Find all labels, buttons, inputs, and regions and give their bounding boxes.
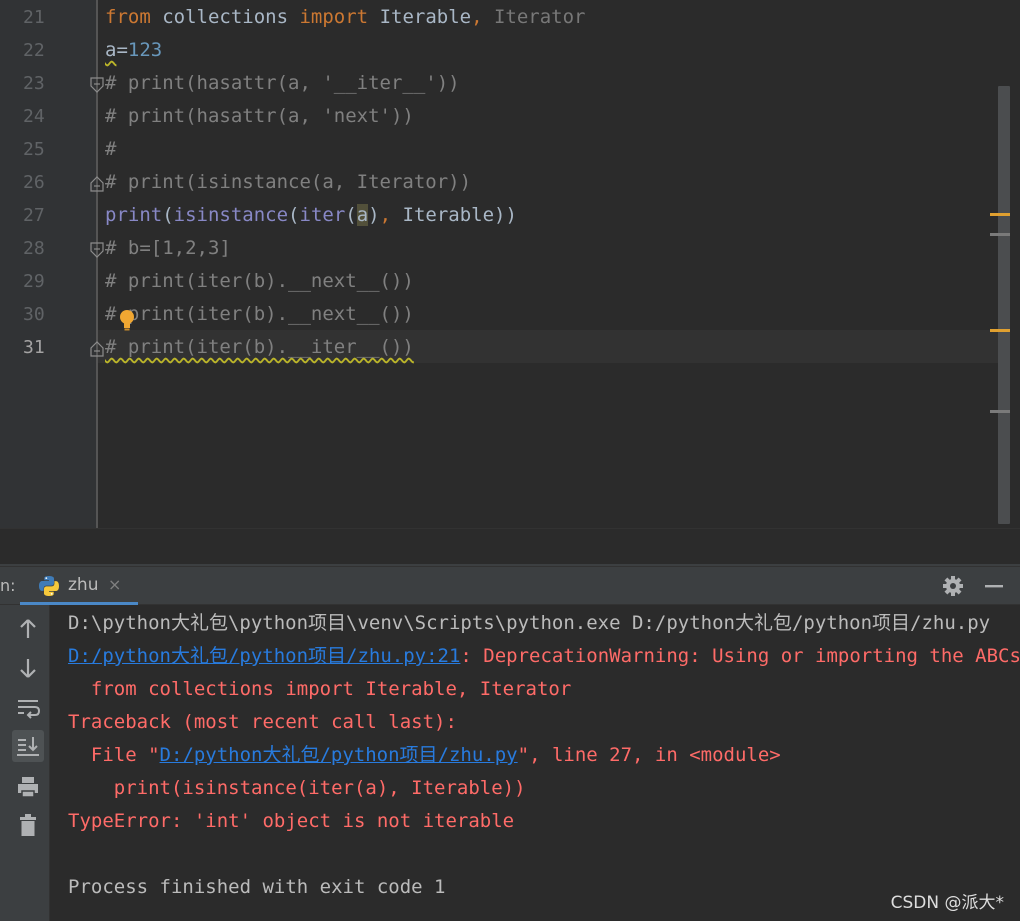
- info-marker[interactable]: [990, 233, 1010, 236]
- fold-end-icon[interactable]: [90, 341, 104, 357]
- console-text: : DeprecationWarning: Using or importing…: [460, 645, 1020, 667]
- code-line[interactable]: #: [105, 133, 116, 166]
- warning-marker[interactable]: [990, 213, 1010, 216]
- print-icon[interactable]: [12, 771, 44, 803]
- code-line[interactable]: a=123: [105, 34, 162, 67]
- console-line: Traceback (most recent call last):: [68, 706, 457, 739]
- code-token: ,: [471, 6, 483, 28]
- soft-wrap-icon[interactable]: [12, 692, 44, 724]
- line-number[interactable]: 28: [23, 232, 53, 265]
- minimize-icon[interactable]: [982, 574, 1006, 598]
- warning-marker[interactable]: [990, 329, 1010, 332]
- line-number[interactable]: 26: [23, 166, 53, 199]
- code-token: # print(isinstance(a, Iterator)): [105, 171, 472, 193]
- file-link[interactable]: D:/python大礼包/python项目/zhu.py:21: [68, 645, 460, 667]
- gear-icon[interactable]: [941, 574, 965, 598]
- code-token: # print(iter(b).__next__()): [105, 270, 414, 292]
- editor-left-strip: [0, 0, 7, 528]
- code-token: collections: [150, 6, 300, 28]
- code-token: iter: [299, 204, 346, 226]
- code-token: # print(hasattr(a, '__iter__')): [105, 72, 460, 94]
- code-token: (: [288, 204, 300, 226]
- line-number[interactable]: 30: [23, 298, 53, 331]
- console-text: ", line 27, in <module>: [517, 744, 781, 766]
- line-number[interactable]: 29: [23, 265, 53, 298]
- code-token: from: [105, 6, 151, 28]
- console-line: from collections import Iterable, Iterat…: [68, 673, 571, 706]
- code-line[interactable]: # print(hasattr(a, '__iter__')): [105, 67, 460, 100]
- code-token: # print(hasattr(a, 'next')): [105, 105, 414, 127]
- code-token: a: [105, 39, 117, 61]
- console-text: D:\python大礼包\python项目\venv\Scripts\pytho…: [68, 612, 991, 634]
- run-side-toolbar: [0, 605, 50, 921]
- code-line[interactable]: # print(iter(b).__next__()): [105, 265, 414, 298]
- line-number[interactable]: 21: [23, 1, 53, 34]
- line-number[interactable]: 31: [23, 331, 53, 364]
- lightbulb-intention-icon[interactable]: [118, 308, 136, 332]
- code-line[interactable]: # print(iter(b).__iter__()): [105, 331, 414, 364]
- console-text: from collections import Iterable, Iterat…: [68, 678, 572, 700]
- console-text: print(isinstance(iter(a), Iterable)): [68, 777, 526, 799]
- code-token: Iterable)): [391, 204, 517, 226]
- console-text: Traceback (most recent call last):: [68, 711, 457, 733]
- code-token: # b=[1,2,3]: [105, 237, 231, 259]
- run-tool-window-header: n: zhu ×: [0, 567, 1020, 605]
- console-line: File "D:/python大礼包/python项目/zhu.py", lin…: [68, 739, 781, 772]
- code-token: Iterable: [368, 6, 472, 28]
- code-token: a: [356, 204, 369, 226]
- code-line[interactable]: from collections import Iterable, Iterat…: [105, 1, 585, 34]
- code-line[interactable]: # print(hasattr(a, 'next')): [105, 100, 414, 133]
- console-text: TypeError: 'int' object is not iterable: [68, 810, 515, 832]
- console-line: D:\python大礼包\python项目\venv\Scripts\pytho…: [68, 607, 990, 640]
- editor-vertical-scrollbar[interactable]: [998, 86, 1010, 524]
- code-token: isinstance: [173, 204, 289, 226]
- line-number[interactable]: 27: [23, 199, 53, 232]
- info-marker[interactable]: [990, 410, 1010, 413]
- code-token: Iterator: [482, 6, 586, 28]
- python-icon: [38, 575, 60, 597]
- code-token: print: [105, 204, 163, 226]
- code-token: # print(iter(b).__next__()): [105, 303, 414, 325]
- code-line[interactable]: # print(isinstance(a, Iterator)): [105, 166, 471, 199]
- scroll-down-arrow-icon[interactable]: [12, 652, 44, 684]
- line-number-gutter[interactable]: 21 22 23 24 25 26 27 28 29 30 31: [7, 0, 97, 528]
- scroll-to-end-icon[interactable]: [12, 730, 44, 762]
- console-line: D:/python大礼包/python项目/zhu.py:21: Depreca…: [68, 640, 1020, 673]
- code-token: (: [162, 204, 174, 226]
- code-token: # print(iter(b).__iter__()): [105, 336, 414, 358]
- close-tab-icon[interactable]: ×: [108, 567, 121, 603]
- trash-icon[interactable]: [12, 809, 44, 841]
- console-text: Process finished with exit code 1: [68, 876, 446, 898]
- line-number[interactable]: 25: [23, 133, 53, 166]
- scroll-up-arrow-icon[interactable]: [12, 613, 44, 645]
- console-text: File ": [68, 744, 160, 766]
- code-token: =: [116, 39, 128, 61]
- code-token: #: [105, 138, 117, 160]
- file-link[interactable]: D:/python大礼包/python项目/zhu.py: [160, 744, 518, 766]
- run-console-output[interactable]: D:\python大礼包\python项目\venv\Scripts\pytho…: [51, 605, 1020, 921]
- code-token: (: [345, 204, 357, 226]
- code-token: ): [368, 204, 380, 226]
- fold-start-icon[interactable]: [90, 77, 104, 93]
- fold-start-icon[interactable]: [90, 242, 104, 258]
- console-line: TypeError: 'int' object is not iterable: [68, 805, 514, 838]
- console-line: Process finished with exit code 1: [68, 871, 446, 904]
- line-number[interactable]: 22: [23, 34, 53, 67]
- run-tab-zhu[interactable]: zhu ×: [20, 567, 138, 605]
- line-number[interactable]: 24: [23, 100, 53, 133]
- editor-bottom-bar: [0, 528, 1020, 564]
- code-token: ,: [379, 204, 392, 226]
- fold-end-icon[interactable]: [90, 176, 104, 192]
- code-line[interactable]: print(isinstance(iter(a), Iterable)): [105, 199, 517, 232]
- code-token: import: [299, 6, 369, 28]
- run-panel-label: n:: [0, 576, 16, 595]
- console-line: print(isinstance(iter(a), Iterable)): [68, 772, 526, 805]
- code-token: 123: [127, 39, 163, 61]
- code-line[interactable]: # print(iter(b).__next__()): [105, 298, 414, 331]
- code-editor[interactable]: 21 22 23 24 25 26 27 28 29 30 31 from collections …: [0, 0, 1020, 528]
- csdn-watermark: CSDN @派大*: [890, 893, 1004, 913]
- run-tab-label: zhu: [68, 575, 99, 595]
- code-line[interactable]: # b=[1,2,3]: [105, 232, 231, 265]
- line-number[interactable]: 23: [23, 67, 53, 100]
